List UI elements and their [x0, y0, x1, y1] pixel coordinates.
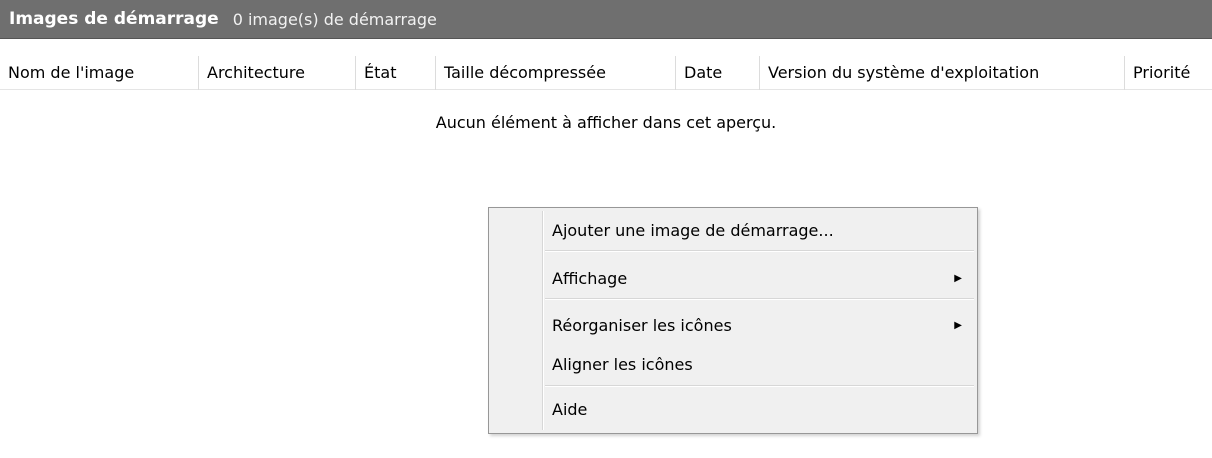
empty-list-message: Aucun élément à afficher dans cet aperçu…	[435, 113, 777, 132]
column-header-date[interactable]: Date	[676, 56, 760, 90]
column-header-row: Nom de l'image Architecture État Taille …	[0, 56, 1212, 90]
image-count: 0 image(s) de démarrage	[232, 9, 437, 29]
panel-title: Images de démarrage	[9, 9, 219, 29]
menu-item-help[interactable]: Aide	[492, 394, 974, 426]
menu-item-line-up-icons[interactable]: Aligner les icônes	[492, 349, 974, 381]
menu-item-label: Affichage	[552, 269, 628, 288]
menu-separator	[545, 298, 974, 300]
menu-separator	[545, 250, 974, 252]
column-header-state[interactable]: État	[356, 56, 436, 90]
column-header-architecture[interactable]: Architecture	[199, 56, 356, 90]
menu-separator	[545, 385, 974, 387]
menu-item-label: Aligner les icônes	[552, 355, 693, 374]
menu-item-arrange-icons[interactable]: Réorganiser les icônes ▶	[492, 310, 974, 342]
column-header-image-name[interactable]: Nom de l'image	[0, 56, 199, 90]
submenu-arrow-icon: ▶	[954, 273, 962, 284]
column-header-uncompressed-size[interactable]: Taille décompressée	[436, 56, 676, 90]
menu-item-label: Réorganiser les icônes	[552, 316, 732, 335]
column-header-priority[interactable]: Priorité	[1125, 56, 1212, 90]
submenu-arrow-icon: ▶	[954, 320, 962, 331]
menu-item-add-boot-image[interactable]: Ajouter une image de démarrage...	[492, 215, 974, 247]
boot-images-panel: Images de démarrage 0 image(s) de démarr…	[0, 0, 1212, 458]
column-header-os-version[interactable]: Version du système d'exploitation	[760, 56, 1125, 90]
context-menu: Ajouter une image de démarrage... Affich…	[488, 207, 978, 434]
menu-item-label: Ajouter une image de démarrage...	[552, 221, 834, 240]
menu-item-view[interactable]: Affichage ▶	[492, 263, 974, 295]
menu-item-label: Aide	[552, 400, 588, 419]
panel-header: Images de démarrage 0 image(s) de démarr…	[0, 0, 1212, 39]
